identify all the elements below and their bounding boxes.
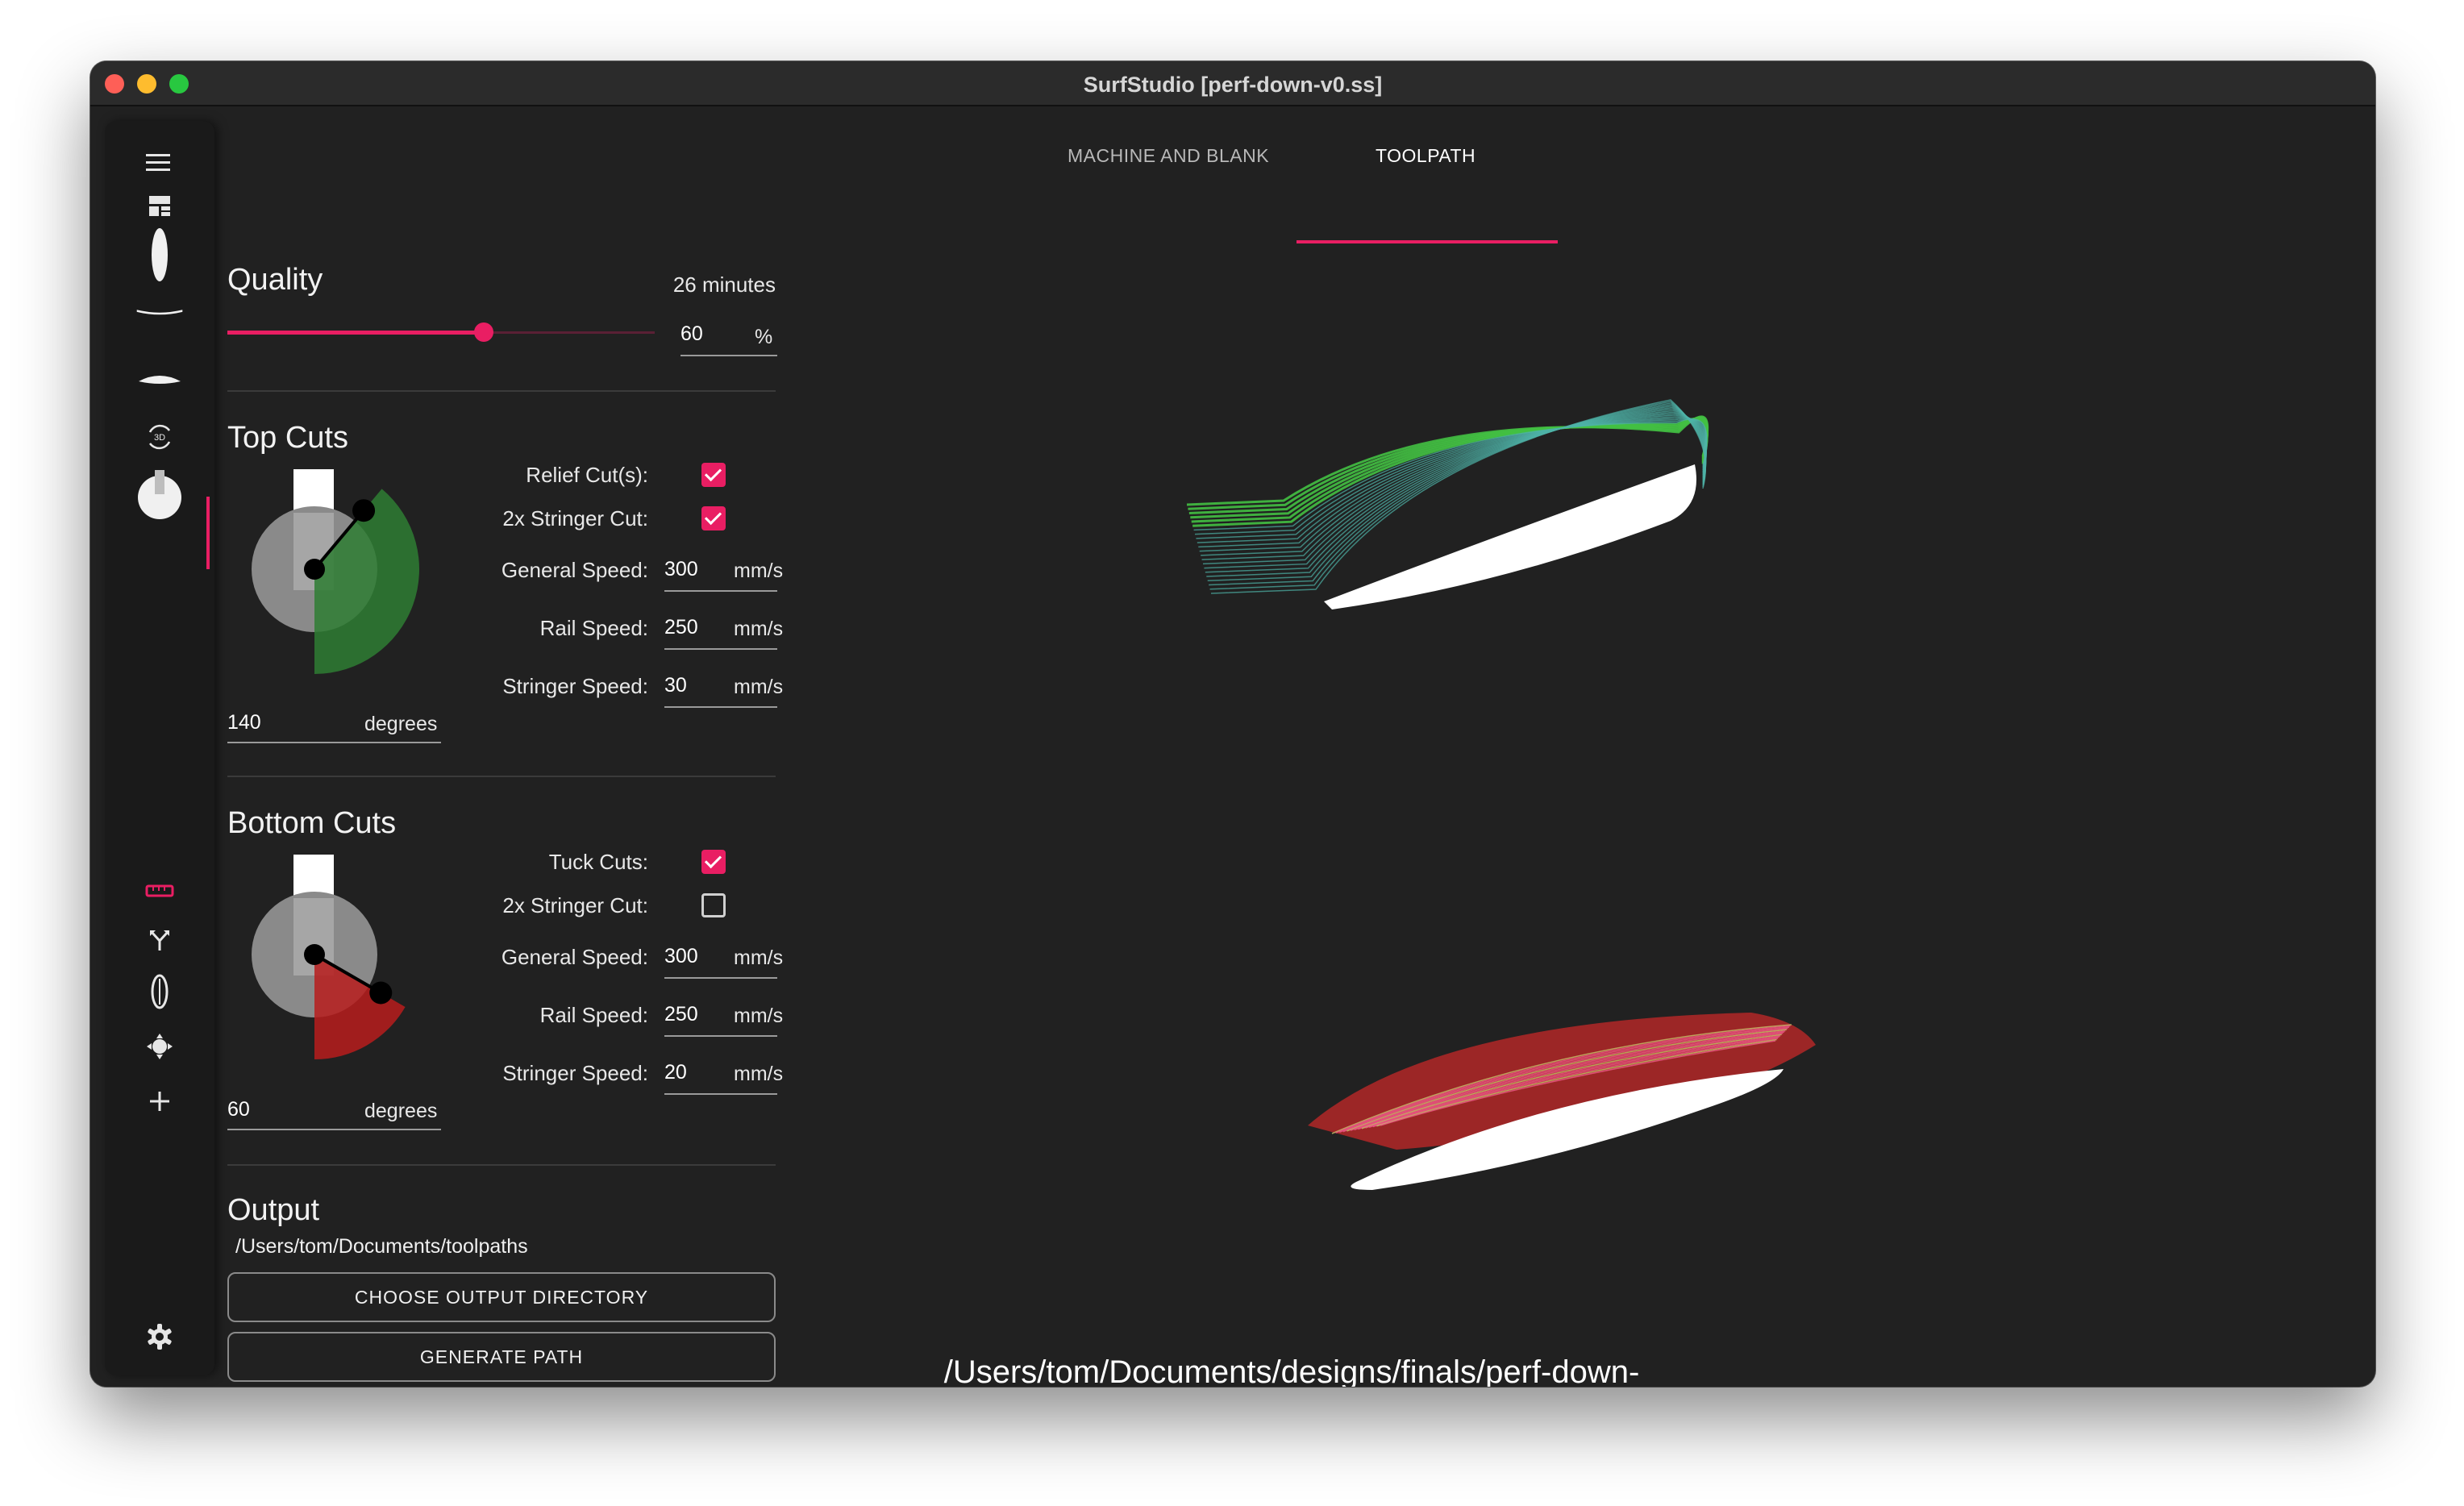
top-rail-speed-input[interactable]: 250: [664, 616, 698, 639]
quality-slider-thumb[interactable]: [474, 322, 493, 342]
top-cuts-angle-input[interactable]: 140: [227, 711, 261, 734]
output-title: Output: [227, 1193, 320, 1227]
top-stringer-cut-label: 2x Stringer Cut:: [502, 506, 648, 530]
top-general-speed-input[interactable]: 300: [664, 558, 698, 581]
quality-unit: %: [755, 326, 773, 348]
top-toolpath-preview: [1186, 399, 1709, 609]
top-stringer-speed-label: Stringer Speed:: [502, 674, 648, 698]
bottom-rail-speed-input[interactable]: 250: [664, 1003, 698, 1026]
bottom-stringer-speed-input[interactable]: 20: [664, 1061, 687, 1084]
generate-path-button[interactable]: GENERATE PATH: [227, 1332, 776, 1382]
bottom-cuts-angle-input[interactable]: 60: [227, 1098, 250, 1121]
design-file-path: /Users/tom/Documents/designs/finals/perf…: [943, 1354, 1640, 1387]
quality-value-input[interactable]: 60: [681, 322, 703, 346]
output-directory-path: /Users/tom/Documents/toolpaths: [235, 1235, 528, 1258]
3d-view-icon[interactable]: 3D: [135, 413, 184, 461]
tuck-cuts-checkbox[interactable]: [701, 850, 726, 874]
window-title: SurfStudio [perf-down-v0.ss]: [1083, 73, 1383, 97]
relief-cut-checkbox[interactable]: [701, 463, 726, 487]
input-underline: [664, 590, 777, 592]
bottom-stringer-cut-checkbox[interactable]: [701, 893, 726, 917]
top-toolpath-line: [1202, 410, 1707, 565]
top-toolpath-line: [1201, 411, 1707, 560]
top-cuts-angle-underline: [227, 742, 441, 743]
ruler-icon[interactable]: [135, 866, 184, 914]
top-cuts-angle-unit: degrees: [364, 713, 438, 735]
input-underline: [664, 1035, 777, 1037]
speed-unit: mm/s: [734, 676, 784, 698]
board-icon[interactable]: [135, 967, 184, 1016]
sidebar-active-indicator: [206, 497, 210, 569]
bottom-cuts-angle-unit: degrees: [364, 1100, 438, 1122]
svg-text:3D: 3D: [154, 433, 165, 443]
relief-cut-label: Relief Cut(s):: [526, 463, 648, 487]
sidebar-rail: 3D: [105, 121, 214, 1375]
bottom-cuts-title: Bottom Cuts: [227, 806, 397, 840]
speed-unit: mm/s: [734, 946, 784, 969]
tab-toolpath[interactable]: TOOLPATH: [1376, 145, 1475, 167]
bottom-stringer-speed-label: Stringer Speed:: [502, 1061, 648, 1085]
quality-time-estimate: 26 minutes: [672, 272, 776, 297]
title-bar: SurfStudio [perf-down-v0.ss]: [90, 61, 2375, 106]
toolpath-settings-panel: Quality 26 minutes 60 % Top Cuts 140 deg…: [227, 110, 792, 1383]
toolpath-icon[interactable]: [135, 460, 184, 524]
app-window: SurfStudio [perf-down-v0.ss] 3D Quality …: [90, 61, 2375, 1387]
divider: [227, 776, 776, 777]
top-general-speed-label: General Speed:: [501, 558, 648, 582]
input-underline: [664, 648, 777, 650]
bottom-rail-speed-label: Rail Speed:: [539, 1003, 648, 1027]
divider: [227, 390, 776, 392]
settings-icon[interactable]: [135, 1313, 184, 1361]
toolpath-3d-viewport[interactable]: [977, 271, 2025, 1271]
tuck-cuts-label: Tuck Cuts:: [548, 850, 648, 874]
merge-icon[interactable]: [135, 916, 184, 964]
tab-active-indicator: [1297, 240, 1558, 243]
speed-unit: mm/s: [734, 560, 784, 582]
quality-input-underline: [681, 355, 777, 356]
top-rail-speed-label: Rail Speed:: [539, 616, 648, 640]
choose-output-directory-button[interactable]: CHOOSE OUTPUT DIRECTORY: [227, 1272, 776, 1322]
speed-unit: mm/s: [734, 618, 784, 640]
quality-title: Quality: [227, 263, 323, 297]
speed-unit: mm/s: [734, 1005, 784, 1027]
menu-icon[interactable]: [135, 139, 184, 187]
rocker-icon[interactable]: [135, 287, 184, 335]
bottom-general-speed-input[interactable]: 300: [664, 945, 698, 968]
bottom-toolpath-preview: [1308, 1013, 1816, 1190]
top-stringer-cut-checkbox[interactable]: [701, 506, 726, 530]
add-icon[interactable]: [135, 1077, 184, 1125]
board-outline-icon[interactable]: [135, 223, 184, 287]
bottom-stringer-cut-label: 2x Stringer Cut:: [502, 893, 648, 917]
input-underline: [664, 977, 777, 979]
top-cuts-angle-dial[interactable]: [227, 464, 445, 706]
top-stringer-speed-input[interactable]: 30: [664, 674, 687, 697]
tab-machine-and-blank[interactable]: MACHINE AND BLANK: [1068, 145, 1269, 167]
divider: [227, 1164, 776, 1166]
bottom-general-speed-label: General Speed:: [501, 945, 648, 969]
speed-unit: mm/s: [734, 1063, 784, 1085]
top-cuts-title: Top Cuts: [227, 421, 348, 455]
slice-icon[interactable]: [135, 355, 184, 403]
input-underline: [664, 706, 777, 708]
move-icon[interactable]: [135, 1022, 184, 1071]
input-underline: [664, 1093, 777, 1095]
quality-slider[interactable]: [227, 321, 655, 345]
bottom-cuts-angle-dial[interactable]: [227, 850, 445, 1092]
bottom-cuts-angle-underline: [227, 1129, 441, 1130]
